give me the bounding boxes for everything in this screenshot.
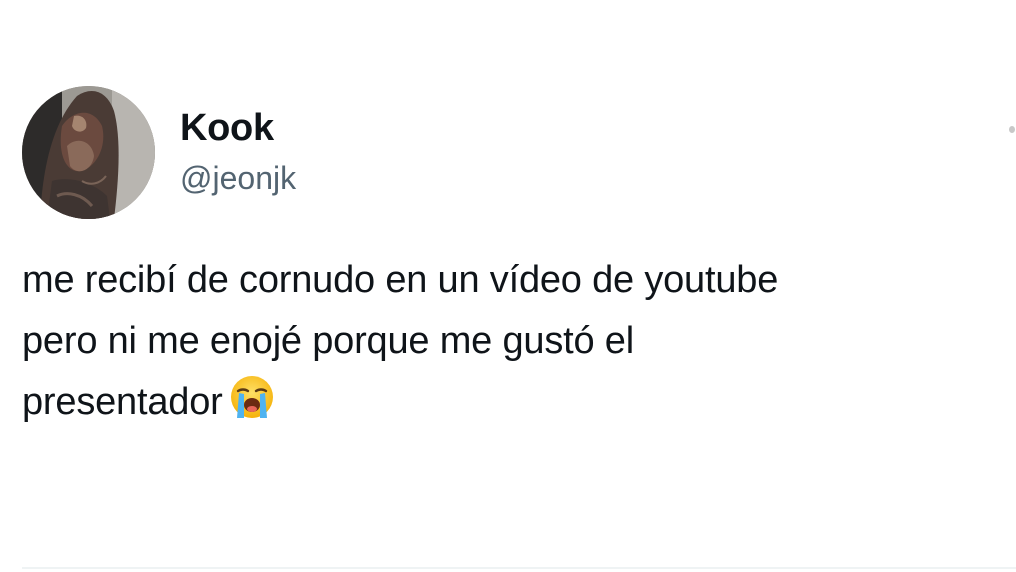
tweet-text-line: me recibí de cornudo en un vídeo de yout… xyxy=(22,259,779,301)
avatar[interactable] xyxy=(22,86,155,219)
tweet-text-line-last: presentador xyxy=(22,372,982,433)
divider xyxy=(22,567,1016,569)
tweet-text-line: pero ni me enojé porque me gustó el xyxy=(22,320,634,362)
more-options-icon[interactable] xyxy=(1009,126,1015,133)
author-display-name[interactable]: Kook xyxy=(180,106,274,150)
avatar-photo xyxy=(22,86,155,219)
author-handle[interactable]: @jeonjk xyxy=(180,158,296,198)
tweet-text: me recibí de cornudo en un vídeo de yout… xyxy=(22,250,982,433)
tweet-card: Kook @jeonjk me recibí de cornudo en un … xyxy=(0,0,1016,572)
loudly-crying-face-emoji xyxy=(229,374,275,420)
tweet-text-fragment: presentador xyxy=(22,381,223,423)
